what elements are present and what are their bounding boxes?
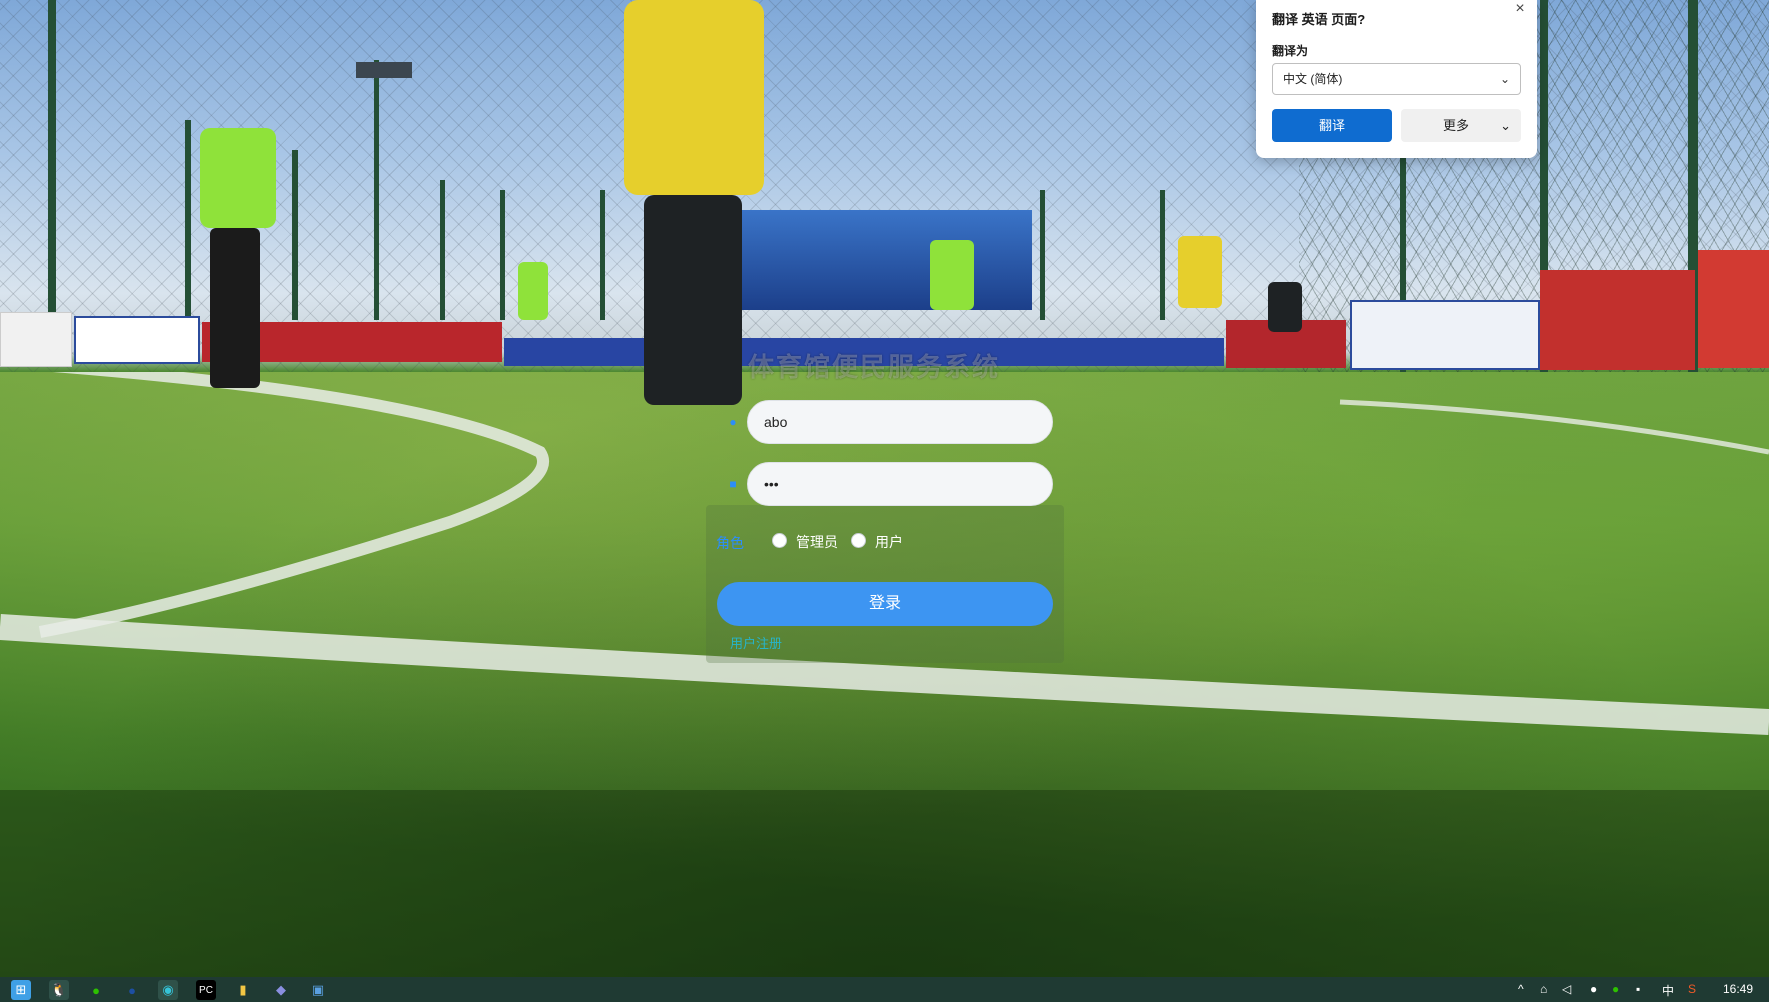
fence-post — [600, 190, 605, 320]
player — [200, 128, 276, 228]
ad-board — [0, 312, 72, 367]
role-option-user: 用户 — [875, 534, 903, 550]
login-button[interactable]: 登录 — [717, 582, 1053, 626]
taskbar — [0, 977, 1769, 1002]
shadow — [0, 790, 1769, 977]
translate-button[interactable]: 翻译 — [1272, 109, 1392, 142]
user-icon: ● — [729, 415, 737, 429]
floodlight-pole — [374, 60, 379, 320]
password-input[interactable]: ••• — [747, 462, 1053, 506]
qq-tray-icon[interactable]: ● — [1590, 982, 1597, 996]
player — [930, 240, 974, 310]
ad-board — [1350, 300, 1540, 370]
chevron-up-icon[interactable]: ^ — [1518, 982, 1524, 996]
player — [518, 262, 548, 320]
chevron-down-icon: ⌄ — [1500, 118, 1511, 133]
role-label: 角色 — [716, 535, 744, 551]
ad-board — [1540, 270, 1695, 370]
player — [1268, 282, 1302, 332]
translate-popup-title: 翻译 英语 页面? — [1272, 12, 1366, 27]
more-button[interactable]: 更多 ⌄ — [1401, 109, 1521, 142]
role-option-admin: 管理员 — [796, 534, 838, 550]
ad-board — [1698, 250, 1769, 368]
start-icon[interactable]: ⊞ — [11, 980, 31, 1000]
volume-icon[interactable]: ◁ — [1562, 982, 1571, 996]
more-button-label: 更多 — [1443, 118, 1470, 133]
file-explorer-icon[interactable]: ▮ — [233, 980, 253, 1000]
ime-indicator[interactable]: 中 — [1662, 982, 1674, 999]
fence-post — [48, 0, 56, 320]
pycharm-icon[interactable]: PC — [196, 980, 216, 1000]
username-input[interactable]: abo — [747, 400, 1053, 444]
fence-post — [292, 150, 298, 320]
wechat-tray-icon[interactable]: ● — [1612, 982, 1619, 996]
fence-post — [440, 180, 445, 320]
translate-to-label: 翻译为 — [1272, 44, 1309, 58]
fence-post — [185, 120, 191, 320]
page-title: 体育馆便民服务系统 — [748, 352, 1001, 382]
fence-post — [500, 190, 505, 320]
sogou-icon[interactable]: S — [1688, 982, 1696, 996]
language-select[interactable]: 中文 (简体) ⌄ — [1272, 63, 1521, 95]
chevron-down-icon: ⌄ — [1499, 72, 1510, 86]
ad-board — [74, 316, 200, 364]
register-link[interactable]: 用户注册 — [730, 633, 782, 652]
app-icon[interactable]: ▣ — [308, 980, 328, 1000]
wechat-icon[interactable]: ● — [86, 980, 106, 1000]
edge-icon[interactable]: ◉ — [158, 980, 178, 1000]
language-selected: 中文 (简体) — [1283, 72, 1343, 86]
app-icon[interactable]: ◆ — [271, 980, 291, 1000]
role-radio-user[interactable] — [851, 533, 866, 548]
stadium-banner — [740, 210, 1032, 310]
fence-post — [1040, 190, 1045, 320]
app-icon[interactable]: ● — [122, 980, 142, 1000]
player — [210, 228, 260, 388]
player — [1178, 236, 1222, 308]
network-icon[interactable]: ⌂ — [1540, 982, 1547, 996]
clock[interactable]: 16:49 — [1723, 982, 1753, 996]
app-tray-icon[interactable]: ▪ — [1636, 982, 1640, 996]
translate-popup: 翻译 英语 页面? × 翻译为 中文 (简体) ⌄ 翻译 更多 ⌄ — [1256, 0, 1537, 158]
qq-icon[interactable]: 🐧 — [49, 980, 69, 1000]
floodlight — [356, 62, 412, 78]
role-radio-admin[interactable] — [772, 533, 787, 548]
player — [644, 195, 742, 405]
close-icon[interactable]: × — [1512, 1, 1528, 17]
player — [624, 0, 764, 195]
fence-post — [1160, 190, 1165, 320]
lock-icon: ■ — [729, 477, 737, 491]
